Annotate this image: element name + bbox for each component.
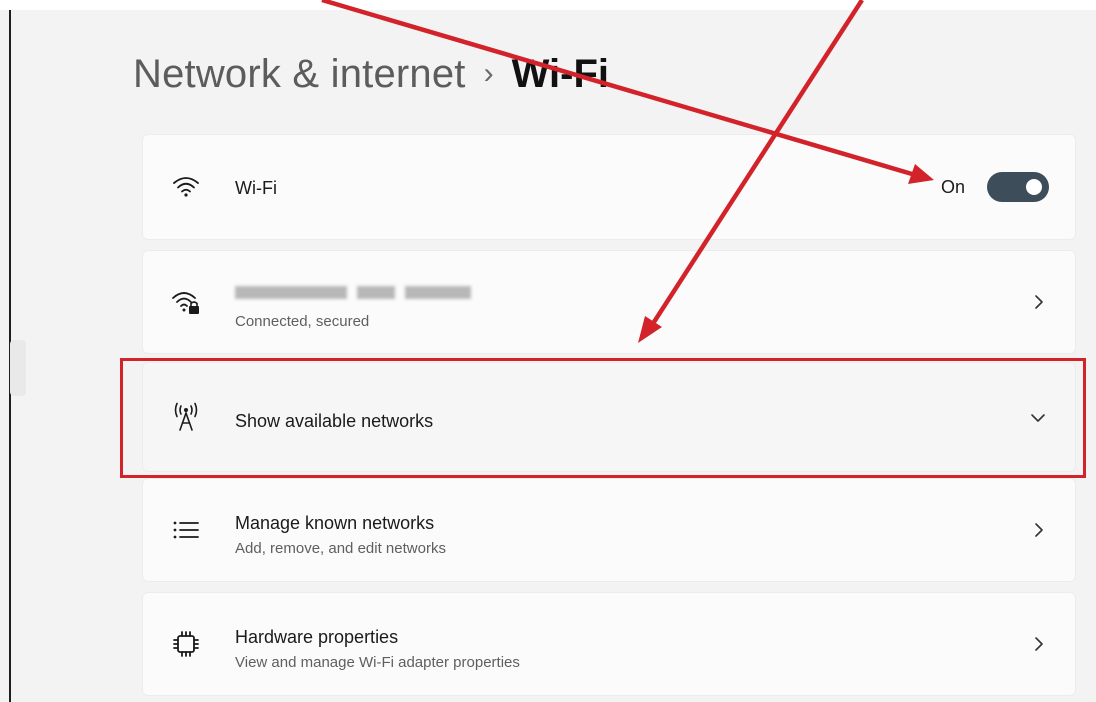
wifi-secured-icon (171, 287, 201, 317)
toggle-knob (1026, 179, 1042, 195)
breadcrumb-separator: › (483, 57, 494, 90)
wifi-icon (171, 172, 201, 202)
chevron-down-icon[interactable] (1029, 408, 1047, 426)
hardware-label: Hardware properties (235, 627, 399, 647)
wifi-label: Wi-Fi (235, 178, 277, 198)
wifi-toggle-card: Wi-Fi On (142, 134, 1076, 240)
manage-known-networks[interactable]: Manage known networks Add, remove, and e… (142, 478, 1076, 582)
wifi-toggle-group: On (941, 172, 1049, 202)
page-title: Wi-Fi (511, 51, 610, 96)
manage-networks-description: Add, remove, and edit networks (235, 540, 446, 557)
breadcrumb: Network & internet › Wi-Fi (133, 48, 609, 100)
top-strip (0, 0, 1096, 10)
connected-network-card[interactable]: Connected, secured (142, 250, 1076, 354)
show-networks-label: Show available networks (235, 411, 434, 431)
wifi-toggle-state: On (940, 176, 965, 197)
chevron-right-icon (1035, 637, 1043, 651)
chevron-right-icon (1035, 523, 1043, 537)
sidebar-edge (10, 340, 26, 396)
show-available-networks[interactable]: Show available networks (142, 362, 1076, 472)
chip-icon (171, 629, 201, 659)
antenna-icon (171, 402, 201, 432)
wifi-toggle-switch[interactable] (987, 172, 1049, 202)
list-icon (171, 515, 201, 545)
manage-networks-label: Manage known networks (235, 513, 435, 533)
hardware-description: View and manage Wi-Fi adapter properties (235, 654, 520, 671)
hardware-properties[interactable]: Hardware properties View and manage Wi-F… (142, 592, 1076, 696)
network-name-blurred (235, 286, 475, 300)
chevron-right-icon (1035, 295, 1043, 309)
breadcrumb-parent[interactable]: Network & internet (133, 52, 466, 97)
connection-status: Connected, secured (235, 313, 370, 330)
